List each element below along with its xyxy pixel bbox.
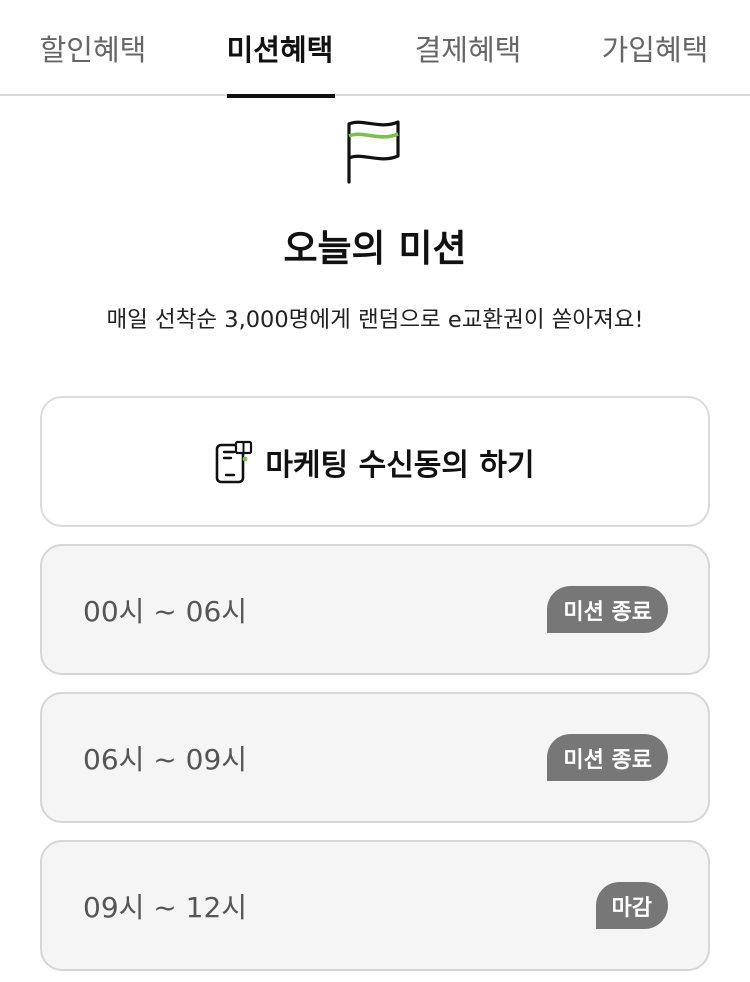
tab-signup-benefit[interactable]: 가입혜택 [580, 0, 730, 96]
tab-label: 가입혜택 [601, 33, 709, 67]
benefit-tabs: 할인혜택 미션혜택 결제혜택 가입혜택 [0, 0, 750, 98]
flag-icon [347, 120, 400, 184]
tab-label: 할인혜택 [39, 33, 147, 67]
slot-time: 06시 ~ 09시 [83, 742, 248, 776]
mission-title: 오늘의 미션 [283, 227, 467, 270]
mission-slot-card[interactable]: 09시 ~ 12시 마감 [40, 840, 710, 971]
tab-payment-benefit[interactable]: 결제혜택 [393, 0, 543, 96]
mission-slot-card[interactable]: 00시 ~ 06시 미션 종료 [40, 544, 710, 675]
slot-time: 00시 ~ 06시 [83, 594, 248, 628]
status-badge: 미션 종료 [547, 734, 668, 781]
tab-discount-benefit[interactable]: 할인혜택 [18, 0, 168, 96]
mission-slot-card[interactable]: 06시 ~ 09시 미션 종료 [40, 692, 710, 823]
marketing-consent-button[interactable]: 마케팅 수신동의 하기 [40, 396, 710, 527]
tab-label: 결제혜택 [414, 33, 522, 67]
tab-underline [227, 94, 335, 98]
phone-notification-icon [216, 440, 253, 483]
tab-mission-benefit[interactable]: 미션혜택 [205, 0, 355, 98]
mission-subtitle: 매일 선착순 3,000명에게 랜덤으로 e교환권이 쏟아져요! [106, 307, 644, 333]
slot-time: 09시 ~ 12시 [83, 890, 248, 924]
status-badge: 미션 종료 [547, 586, 668, 633]
tab-label: 미션혜택 [226, 33, 334, 67]
status-badge: 마감 [595, 882, 668, 929]
marketing-consent-label: 마케팅 수신동의 하기 [265, 447, 535, 483]
